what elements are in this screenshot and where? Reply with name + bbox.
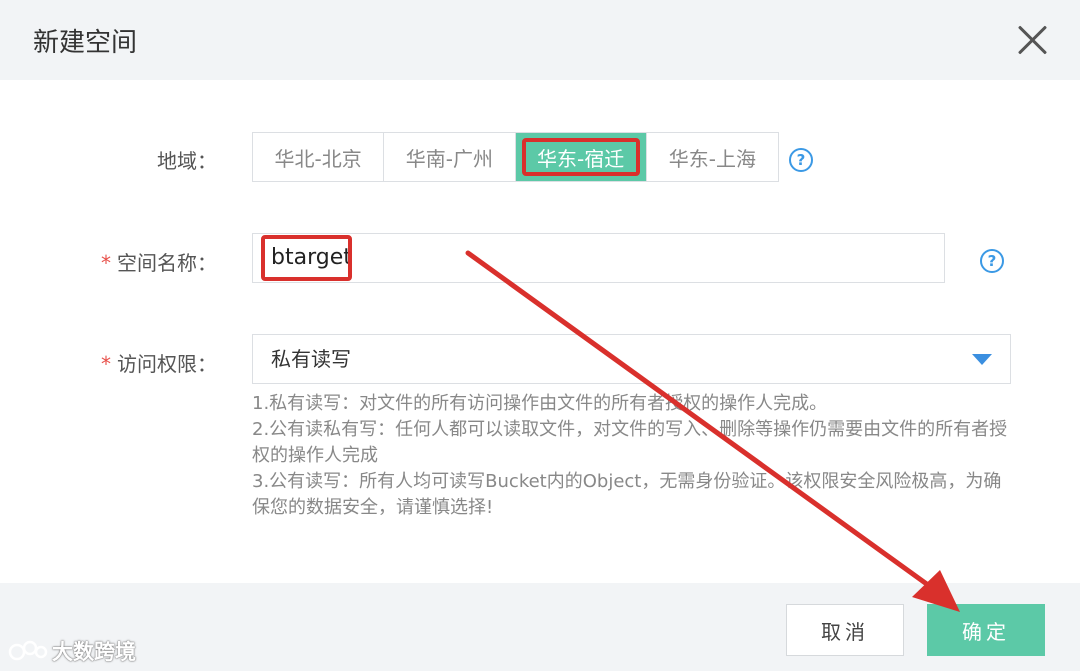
region-label: 地域：	[157, 149, 217, 173]
access-desc-public-read-write: 3.公有读写：所有人均可读写Bucket内的Object，无需身份验证。该权限安…	[252, 471, 1002, 518]
watermark-logo-icon	[8, 640, 48, 661]
access-label: * 访问权限：	[17, 348, 217, 377]
space-name-help-icon[interactable]: ?	[980, 249, 1004, 273]
cancel-button[interactable]: 取消	[786, 604, 904, 656]
access-selected-value: 私有读写	[271, 347, 351, 371]
region-option-suqian[interactable]: 华东-宿迁	[515, 133, 647, 181]
access-desc-public-read: 2.公有读私有写：任何人都可以读取文件，对文件的写入、删除等操作仍需要由文件的所…	[252, 419, 1008, 466]
required-mark: *	[101, 352, 111, 376]
space-name-label-text: 空间名称：	[117, 251, 217, 275]
watermark-text: 大数跨境	[52, 640, 136, 664]
watermark: 大数跨境	[8, 636, 136, 666]
region-option-beijing[interactable]: 华北-北京	[253, 133, 385, 181]
dialog-header: 新建空间	[0, 0, 1080, 80]
required-mark: *	[101, 251, 111, 275]
space-name-input[interactable]: btarget	[252, 233, 945, 283]
dialog-title: 新建空间	[33, 28, 138, 58]
region-option-shanghai[interactable]: 华东-上海	[647, 133, 778, 181]
region-option-guangzhou[interactable]: 华南-广州	[384, 133, 516, 181]
region-help-icon[interactable]: ?	[789, 148, 813, 172]
access-description: 1.私有读写：对文件的所有访问操作由文件的所有者授权的操作人完成。 2.公有读私…	[252, 391, 1012, 521]
confirm-button[interactable]: 确定	[927, 604, 1045, 656]
region-selector: 华北-北京 华南-广州 华东-宿迁 华东-上海	[252, 132, 779, 182]
access-desc-private: 1.私有读写：对文件的所有访问操作由文件的所有者授权的操作人完成。	[252, 393, 828, 414]
access-label-text: 访问权限：	[117, 352, 217, 376]
dropdown-arrow-icon	[972, 354, 992, 365]
close-icon[interactable]	[1012, 20, 1052, 60]
space-name-label: * 空间名称：	[17, 247, 217, 276]
access-select[interactable]: 私有读写	[252, 334, 1011, 384]
dialog-footer	[0, 583, 1080, 671]
